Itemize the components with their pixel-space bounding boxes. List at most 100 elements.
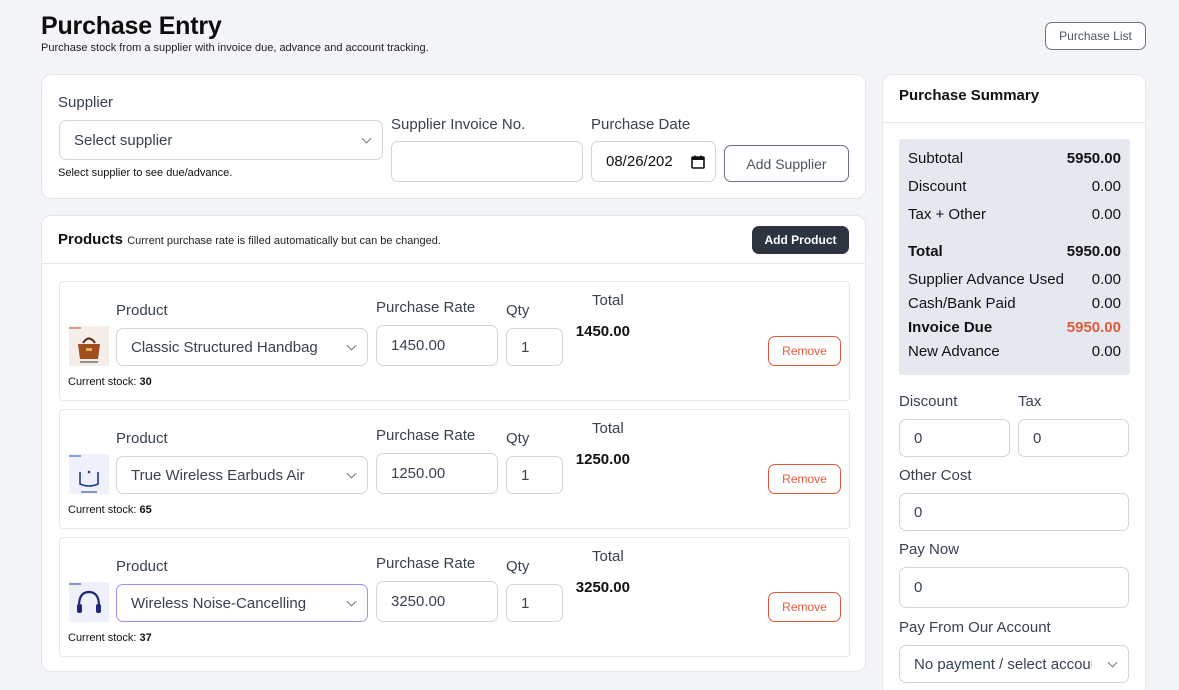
subtotal-value: 5950.00 [1066, 150, 1121, 167]
row-total: 1450.00 [575, 323, 630, 340]
qty-label: Qty [506, 302, 530, 319]
row-total: 3250.00 [575, 579, 630, 596]
divider [883, 122, 1145, 123]
products-title-text: Products [58, 231, 124, 248]
invoice-due-value: 5950.00 [1066, 319, 1121, 336]
invoice-due-row: Invoice Due 5950.00 [908, 319, 1121, 336]
other-cost-label: Other Cost [899, 467, 972, 484]
pay-now-input[interactable]: 0 [899, 567, 1129, 608]
stock-value: 30 [139, 376, 152, 388]
chevron-down-icon [1107, 657, 1118, 668]
handbag-icon [69, 326, 109, 366]
products-header: Products Current purchase rate is filled… [42, 216, 865, 264]
qty-label: Qty [506, 558, 530, 575]
total-label: Total [592, 548, 624, 565]
cash-paid-row: Cash/Bank Paid 0.00 [908, 295, 1121, 312]
supplier-select[interactable]: Select supplier [59, 120, 383, 160]
total-label: Total [908, 243, 943, 260]
rate-input[interactable]: 1450.00 [376, 325, 498, 366]
total-row: Total 5950.00 [908, 243, 1121, 260]
discount-value: 0.00 [1091, 178, 1121, 195]
invoice-due-label: Invoice Due [908, 319, 993, 336]
advance-used-label: Supplier Advance Used [908, 271, 1064, 288]
other-cost-input[interactable]: 0 [899, 493, 1129, 531]
new-advance-value: 0.00 [1091, 343, 1121, 360]
chevron-down-icon [346, 468, 357, 479]
product-select-value: Classic Structured Handbag [131, 338, 318, 356]
advance-used-row: Supplier Advance Used 0.00 [908, 271, 1121, 288]
summary-totals: Subtotal 5950.00 Discount 0.00 Tax + Oth… [899, 139, 1130, 375]
chevron-down-icon [346, 596, 357, 607]
stock-value: 65 [139, 504, 152, 516]
product-label: Product [116, 430, 168, 447]
remove-button[interactable]: Remove [768, 464, 841, 494]
stock-label: Current stock: [68, 376, 137, 388]
product-row: Product Classic Structured Handbag Purch… [59, 281, 850, 401]
rate-label: Purchase Rate [376, 299, 476, 316]
product-row: Product Wireless Noise-Cancelling Purcha… [59, 537, 850, 657]
rate-label: Purchase Rate [376, 427, 476, 444]
date-label: Purchase Date [591, 116, 691, 133]
product-image [69, 582, 109, 622]
calendar-icon[interactable] [691, 155, 705, 169]
rate-input[interactable]: 3250.00 [376, 581, 498, 622]
qty-input[interactable]: 1 [506, 328, 563, 366]
product-select[interactable]: True Wireless Earbuds Air [116, 456, 368, 494]
headphones-icon [69, 582, 109, 622]
discount-row: Discount 0.00 [908, 178, 1121, 195]
products-title: Products Current purchase rate is filled… [58, 231, 441, 248]
product-image [69, 454, 109, 494]
pay-account-select[interactable]: No payment / select account [899, 645, 1129, 683]
supplier-card: Supplier Select supplier Select supplier… [41, 74, 866, 199]
date-value: 08/26/202 [606, 153, 673, 170]
current-stock: Current stock: 37 [68, 632, 152, 644]
product-select[interactable]: Wireless Noise-Cancelling [116, 584, 368, 622]
subtotal-row: Subtotal 5950.00 [908, 150, 1121, 167]
tax-input[interactable]: 0 [1018, 419, 1129, 457]
add-product-button[interactable]: Add Product [752, 226, 849, 254]
product-select[interactable]: Classic Structured Handbag [116, 328, 368, 366]
purchase-list-button[interactable]: Purchase List [1045, 22, 1146, 50]
new-advance-label: New Advance [908, 343, 1000, 360]
chevron-down-icon [346, 340, 357, 351]
remove-button[interactable]: Remove [768, 336, 841, 366]
products-card: Products Current purchase rate is filled… [41, 215, 866, 672]
summary-card: Purchase Summary Subtotal 5950.00 Discou… [882, 74, 1146, 690]
supplier-label: Supplier [58, 94, 114, 111]
product-label: Product [116, 558, 168, 575]
cash-paid-value: 0.00 [1091, 295, 1121, 312]
total-label: Total [592, 292, 624, 309]
tax-other-label: Tax + Other [908, 206, 986, 223]
product-image [69, 326, 109, 366]
product-select-value: Wireless Noise-Cancelling [131, 594, 307, 612]
invoice-input[interactable] [391, 141, 583, 182]
stock-label: Current stock: [68, 504, 137, 516]
qty-input[interactable]: 1 [506, 456, 563, 494]
add-supplier-button[interactable]: Add Supplier [724, 145, 849, 182]
cash-paid-label: Cash/Bank Paid [908, 295, 1016, 312]
remove-button[interactable]: Remove [768, 592, 841, 622]
product-select-value: True Wireless Earbuds Air [131, 466, 305, 484]
chevron-down-icon [361, 133, 372, 144]
pay-account-value: No payment / select account [914, 655, 1092, 673]
date-input[interactable]: 08/26/202 [591, 141, 716, 182]
discount-input[interactable]: 0 [899, 419, 1010, 457]
discount-input-label: Discount [899, 393, 958, 410]
pay-now-label: Pay Now [899, 541, 960, 558]
products-note: Current purchase rate is filled automati… [127, 235, 441, 247]
qty-input[interactable]: 1 [506, 584, 563, 622]
product-row: Product True Wireless Earbuds Air Purcha… [59, 409, 850, 529]
rate-input[interactable]: 1250.00 [376, 453, 498, 494]
page-title: Purchase Entry [41, 12, 222, 40]
rate-label: Purchase Rate [376, 555, 476, 572]
earbuds-icon [69, 454, 109, 494]
page-subtitle: Purchase stock from a supplier with invo… [41, 42, 429, 54]
discount-label: Discount [908, 178, 967, 195]
tax-input-label: Tax [1018, 393, 1042, 410]
stock-label: Current stock: [68, 632, 137, 644]
subtotal-label: Subtotal [908, 150, 964, 167]
invoice-label: Supplier Invoice No. [391, 116, 526, 133]
current-stock: Current stock: 30 [68, 376, 152, 388]
tax-other-row: Tax + Other 0.00 [908, 206, 1121, 223]
current-stock: Current stock: 65 [68, 504, 152, 516]
